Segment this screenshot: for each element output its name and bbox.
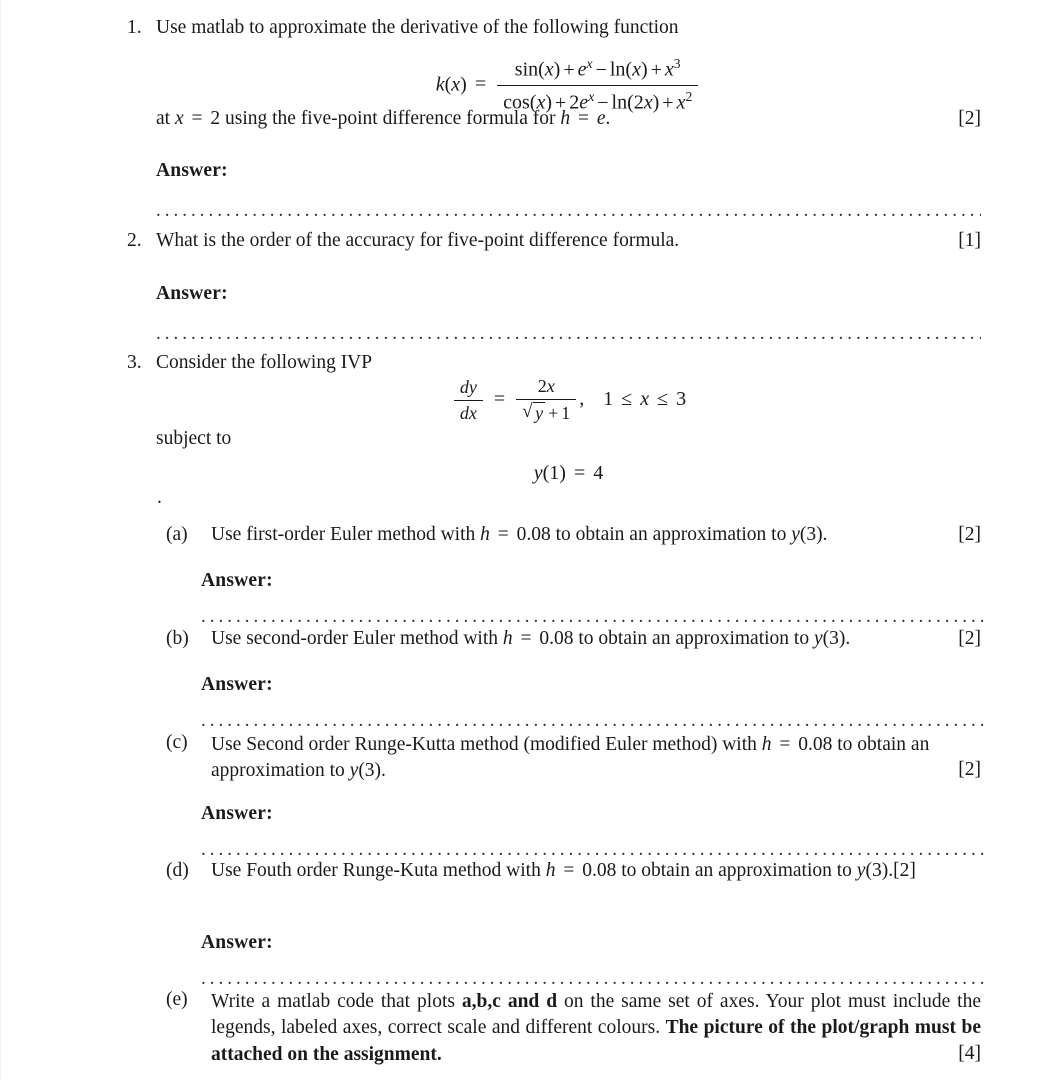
question-3-text: Consider the following IVP: [156, 352, 373, 373]
question-1-stem: Use matlab to approximate the derivative…: [156, 17, 679, 38]
ode-equals: =: [493, 387, 506, 410]
equation-lhs: k: [435, 73, 445, 96]
question-1: 1. Use matlab to approximate the derivat…: [1, 16, 1047, 122]
question-1-body: Use matlab to approximate the derivative…: [156, 16, 981, 116]
question-1-tail-row: [2] at x = 2 using the five-point differ…: [156, 108, 981, 130]
subitem-c-marks: [2]: [958, 759, 981, 780]
sqrt-y: y: [522, 401, 546, 424]
answer-dotted-line-d[interactable]: ........................................…: [201, 972, 986, 986]
subitem-a-marks: [2]: [958, 524, 981, 545]
question-2-marks: [1]: [958, 230, 981, 251]
ode-domain: 1 ≤ x ≤ 3: [603, 387, 687, 410]
equation-numerator: sin(x) + ex − ln(x) + x3: [497, 55, 699, 87]
answer-dotted-line-c[interactable]: ........................................…: [201, 843, 986, 857]
answer-block-q2: Answer: ................................…: [156, 283, 981, 341]
subitem-e-marks: [4]: [958, 1043, 981, 1064]
question-3-number: 3.: [127, 352, 142, 373]
subitem-c-text: Use Second order Runge-Kutta method (mod…: [211, 734, 930, 782]
subitem-b-marks: [2]: [958, 628, 981, 649]
answer-label-a: Answer:: [201, 570, 273, 591]
subitem-d-marks: [2]: [893, 860, 916, 881]
answer-label-d: Answer:: [201, 932, 273, 953]
answer-block-a: Answer: ................................…: [201, 570, 986, 624]
subitem-e-text-part1: Write a matlab code that plots: [211, 991, 462, 1012]
ode-rhs-fraction: 2x y+1: [516, 376, 577, 424]
question-1-marks: [2]: [958, 108, 981, 129]
answer-label-c: Answer:: [201, 803, 273, 824]
answer-label-b: Answer:: [201, 674, 273, 695]
answer-label-q1: Answer:: [156, 160, 228, 181]
ode-comma: ,: [579, 387, 585, 410]
ode-derivative: dy dx: [453, 377, 483, 424]
subitem-e: (e) Write a matlab code that plots a,b,c…: [166, 989, 981, 1068]
ode-rhs-num: 2x: [516, 376, 577, 400]
question-3-subject-to: subject to: [156, 428, 232, 449]
subitem-e-bold-methods: a,b,c and d: [461, 991, 558, 1012]
answer-dotted-line-q2[interactable]: ........................................…: [156, 327, 981, 341]
subitem-e-text: Write a matlab code that plots a,b,c and…: [211, 989, 981, 1068]
document-page: 1. Use matlab to approximate the derivat…: [0, 0, 1047, 1080]
question-1-tail-text: at x = 2 using the five-point difference…: [156, 108, 611, 129]
answer-dotted-line-b[interactable]: ........................................…: [201, 714, 986, 728]
answer-block-d: Answer: ................................…: [201, 932, 986, 986]
question-2-text: What is the order of the accuracy for fi…: [156, 230, 680, 251]
question-1-number: 1.: [127, 17, 142, 38]
answer-label-q2: Answer:: [156, 283, 228, 304]
subitem-b-text: Use second-order Euler method with h = 0…: [211, 628, 851, 649]
subitem-a-text: Use first-order Euler method with h = 0.…: [211, 524, 828, 545]
ode-derivative-den: dx: [459, 402, 477, 423]
subitem-d: (d) Use Fouth order Runge-Kuta method wi…: [166, 860, 981, 882]
ode-rhs-den: y+1: [516, 400, 576, 424]
subitem-b: (b) [2] Use second-order Euler method wi…: [166, 628, 981, 650]
answer-block-c: Answer: ................................…: [201, 803, 986, 857]
question-2-number: 2.: [127, 230, 142, 251]
answer-dotted-line-a[interactable]: ........................................…: [201, 610, 986, 624]
subitem-c: (c) Use Second order Runge-Kutta method …: [166, 732, 981, 785]
subitem-d-text: Use Fouth order Runge-Kuta method with h…: [211, 860, 916, 881]
answer-block-q1: Answer: ................................…: [156, 160, 981, 218]
stray-punctuation-mark: .: [157, 487, 162, 508]
ode-derivative-num: dy: [453, 377, 483, 401]
subitem-a: (a) [2] Use first-order Euler method wit…: [166, 524, 981, 546]
equals-sign: =: [474, 73, 487, 96]
answer-dotted-line-q1[interactable]: ........................................…: [156, 204, 981, 218]
question-3-ode: dy dx = 2x y+1 , 1 ≤ x ≤ 3: [156, 376, 981, 424]
answer-block-b: Answer: ................................…: [201, 674, 986, 728]
question-3-initial-condition: y(1) = 4: [533, 462, 604, 484]
